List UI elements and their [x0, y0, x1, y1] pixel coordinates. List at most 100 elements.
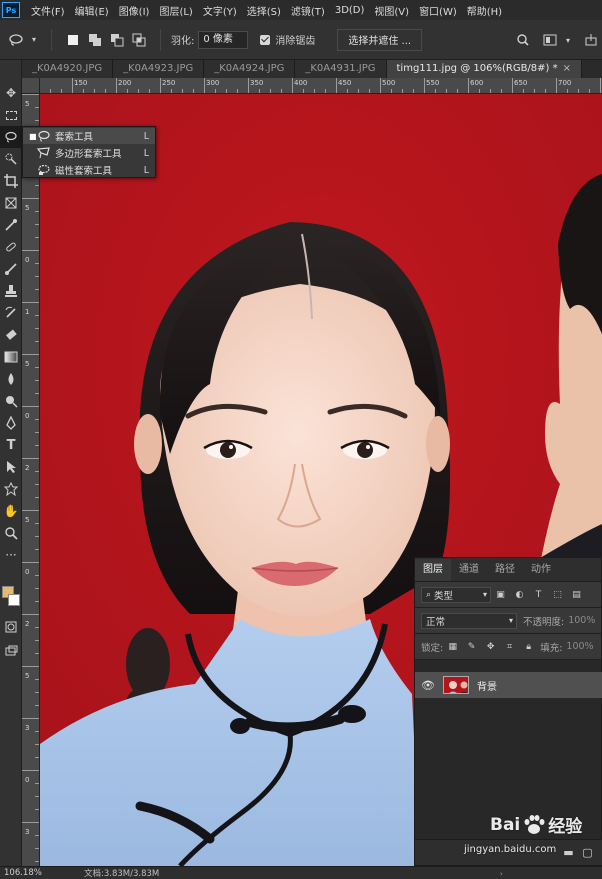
- eyedropper-tool-icon[interactable]: [0, 214, 22, 236]
- ruler-tick: [72, 78, 73, 93]
- ruler-tick: [35, 588, 39, 589]
- chevron-right-icon[interactable]: ›: [500, 870, 508, 878]
- menu-window[interactable]: 窗口(W): [414, 3, 462, 18]
- tab-document-4[interactable]: _K0A4931.JPG: [295, 60, 387, 78]
- spot-healing-tool-icon[interactable]: [0, 236, 22, 258]
- zoom-level[interactable]: 106.18%: [0, 868, 44, 878]
- tab-paths[interactable]: 路径: [487, 559, 523, 581]
- tab-document-3[interactable]: _K0A4924.JPG: [204, 60, 296, 78]
- fill-input[interactable]: 100%: [566, 641, 593, 652]
- menu-view[interactable]: 视图(V): [369, 3, 414, 18]
- filter-shape-icon[interactable]: ⬚: [552, 589, 563, 600]
- vertical-ruler[interactable]: 505015025025303: [22, 94, 40, 866]
- share-icon[interactable]: [583, 32, 599, 48]
- zoom-tool-icon[interactable]: [0, 522, 22, 544]
- type-tool-icon[interactable]: T: [0, 434, 22, 456]
- menu-file[interactable]: 文件(F): [26, 3, 70, 18]
- ruler-tick: [22, 718, 39, 719]
- filter-smart-object-icon[interactable]: ▤: [571, 589, 582, 600]
- ruler-label: 300: [206, 79, 220, 87]
- history-brush-tool-icon[interactable]: [0, 302, 22, 324]
- move-tool-icon[interactable]: ✥: [0, 82, 22, 104]
- lock-all-icon[interactable]: 🔒︎: [523, 641, 534, 652]
- layer-name[interactable]: 背景: [477, 678, 497, 693]
- flyout-item-magnetic-lasso[interactable]: 磁性套索工具 L: [23, 162, 155, 178]
- ruler-label: 2: [25, 464, 30, 472]
- flyout-item-lasso[interactable]: ■ 套索工具 L: [23, 128, 155, 144]
- eye-icon[interactable]: 👁︎: [421, 679, 437, 692]
- feather-label: 羽化:: [171, 36, 195, 47]
- lock-artboard-icon[interactable]: ⌗: [504, 641, 515, 652]
- ruler-tick: [35, 393, 39, 394]
- menu-edit[interactable]: 编辑(E): [70, 3, 114, 18]
- blend-mode-select[interactable]: 正常 ▾: [421, 612, 517, 629]
- ruler-tick: [35, 419, 39, 420]
- menu-type[interactable]: 文字(Y): [198, 3, 242, 18]
- lasso-tool-preset-icon[interactable]: [8, 32, 24, 48]
- subtract-from-selection-icon[interactable]: [109, 32, 125, 48]
- clone-stamp-tool-icon[interactable]: [0, 280, 22, 302]
- blur-tool-icon[interactable]: [0, 368, 22, 390]
- lock-image-icon[interactable]: ✎: [466, 641, 477, 652]
- blend-mode-row: 正常 ▾ 不透明度: 100%: [415, 608, 601, 634]
- path-selection-tool-icon[interactable]: [0, 456, 22, 478]
- ruler-origin[interactable]: [22, 78, 40, 94]
- chevron-down-icon[interactable]: ▾: [564, 32, 572, 48]
- frame-tool-icon[interactable]: [0, 192, 22, 214]
- ruler-tick: [512, 78, 513, 93]
- hand-tool-icon[interactable]: ✋: [0, 500, 22, 522]
- custom-shape-tool-icon[interactable]: [0, 478, 22, 500]
- opacity-input[interactable]: 100%: [568, 615, 595, 626]
- menu-layer[interactable]: 图层(L): [154, 3, 197, 18]
- tab-document-2[interactable]: _K0A4923.JPG: [113, 60, 205, 78]
- layer-filter-select[interactable]: ⌕ 类型 ▾: [421, 586, 491, 603]
- filter-pixel-icon[interactable]: ▣: [495, 589, 506, 600]
- flyout-item-polygonal-lasso[interactable]: 多边形套索工具 L: [23, 145, 155, 161]
- crop-tool-icon[interactable]: [0, 170, 22, 192]
- marquee-tool-icon[interactable]: [0, 104, 22, 126]
- lock-position-icon[interactable]: ✥: [485, 641, 496, 652]
- screen-mode-icon[interactable]: [0, 640, 22, 662]
- menu-image[interactable]: 图像(I): [114, 3, 155, 18]
- close-icon[interactable]: ×: [563, 63, 571, 74]
- tab-label: timg111.jpg @ 106%(RGB/8#) *: [396, 63, 558, 74]
- menu-3d[interactable]: 3D(D): [330, 5, 370, 16]
- select-and-mask-button[interactable]: 选择并遮住 ...: [337, 28, 423, 51]
- quick-selection-tool-icon[interactable]: [0, 148, 22, 170]
- add-to-selection-icon[interactable]: [87, 32, 103, 48]
- more-tools-icon[interactable]: ···: [0, 544, 22, 566]
- tab-channels[interactable]: 通道: [451, 559, 487, 581]
- new-selection-icon[interactable]: [65, 32, 81, 48]
- brush-tool-icon[interactable]: [0, 258, 22, 280]
- tab-document-1[interactable]: _K0A4920.JPG: [22, 60, 114, 78]
- dodge-tool-icon[interactable]: [0, 390, 22, 412]
- gradient-tool-icon[interactable]: [0, 346, 22, 368]
- antialias-checkbox[interactable]: [260, 34, 271, 45]
- ruler-tick: [22, 94, 39, 95]
- feather-input[interactable]: 0 像素: [198, 30, 249, 49]
- layer-row-background[interactable]: 👁︎ 背景: [415, 672, 602, 698]
- quick-mask-icon[interactable]: [0, 616, 22, 638]
- search-icon[interactable]: [515, 32, 531, 48]
- horizontal-ruler[interactable]: 150 200 250 300 350 400 450 500 550 600 650 700: [40, 78, 602, 94]
- workspace-icon[interactable]: [542, 32, 558, 48]
- lasso-tool-icon[interactable]: [0, 126, 22, 148]
- tab-document-active[interactable]: timg111.jpg @ 106%(RGB/8#) * ×: [386, 60, 583, 78]
- menu-filter[interactable]: 滤镜(T): [286, 3, 330, 18]
- lock-transparent-icon[interactable]: ▦: [447, 641, 458, 652]
- filter-type-icon[interactable]: T: [533, 589, 544, 600]
- document-info[interactable]: 文档:3.83M/3.83M: [84, 867, 159, 879]
- tab-actions[interactable]: 动作: [523, 559, 559, 581]
- ruler-tick: [35, 380, 39, 381]
- tab-layers[interactable]: 图层: [415, 559, 451, 581]
- background-color-swatch[interactable]: [8, 594, 20, 606]
- menu-select[interactable]: 选择(S): [242, 3, 286, 18]
- chevron-down-icon[interactable]: ▾: [30, 32, 38, 48]
- intersect-selection-icon[interactable]: [131, 32, 147, 48]
- menu-help[interactable]: 帮助(H): [462, 3, 507, 18]
- filter-adjustment-icon[interactable]: ◐: [514, 589, 525, 600]
- ruler-tick: [22, 562, 39, 563]
- color-swatches[interactable]: [2, 586, 20, 612]
- pen-tool-icon[interactable]: [0, 412, 22, 434]
- eraser-tool-icon[interactable]: [0, 324, 22, 346]
